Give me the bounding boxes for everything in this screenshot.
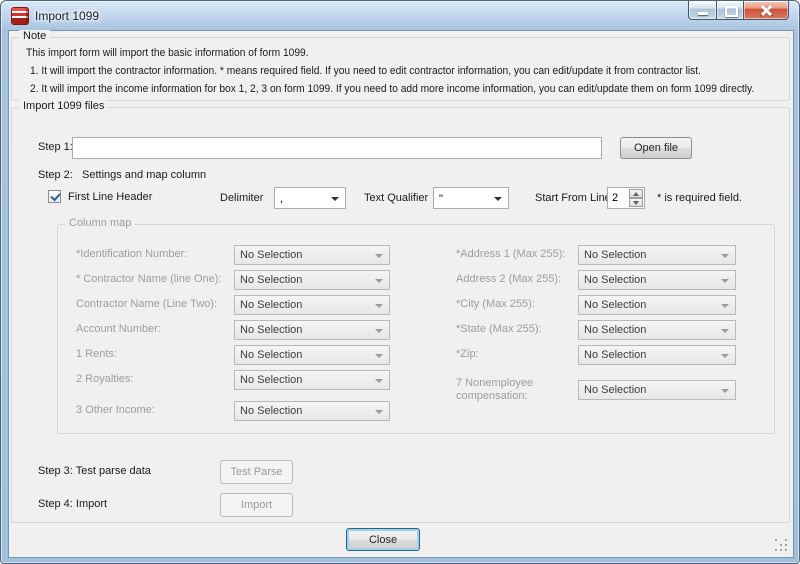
close-window-button[interactable] <box>744 1 789 20</box>
chevron-down-icon <box>375 354 383 358</box>
open-file-button[interactable]: Open file <box>620 137 692 159</box>
checkmark-icon <box>50 191 60 202</box>
window: Import 1099 Note This import form will i… <box>0 0 800 564</box>
chevron-down-icon <box>721 279 729 283</box>
text-qualifier-select[interactable]: " <box>433 187 509 209</box>
field-label-identification-number: *Identification Number: <box>76 248 187 260</box>
titlebar[interactable]: Import 1099 <box>1 1 799 31</box>
column-map-title: Column map <box>65 217 135 229</box>
text-qualifier-label: Text Qualifier <box>364 192 428 204</box>
minimize-icon <box>698 12 708 15</box>
field-label-royalties: 2 Royalties: <box>76 373 133 385</box>
field-label-address2: Address 2 (Max 255): <box>456 273 561 285</box>
note-groupbox-title: Note <box>19 30 50 42</box>
start-from-line-label: Start From Line <box>535 192 611 204</box>
test-parse-button: Test Parse <box>220 460 293 484</box>
chevron-down-icon <box>375 379 383 383</box>
first-line-header-label: First Line Header <box>68 191 152 203</box>
field-label-contractor-name-two: Contractor Name (Line Two): <box>76 298 217 310</box>
address1-select: No Selection <box>578 245 736 265</box>
field-label-address1: *Address 1 (Max 255): <box>456 248 565 260</box>
field-label-state: *State (Max 255): <box>456 323 542 335</box>
chevron-down-icon <box>721 389 729 393</box>
window-controls <box>688 1 789 20</box>
file-path-input[interactable] <box>72 137 602 159</box>
note-line-2: 1. It will import the contractor informa… <box>30 65 701 77</box>
first-line-header-checkbox[interactable] <box>48 190 61 203</box>
import-button: Import <box>220 493 293 517</box>
chevron-down-icon <box>375 279 383 283</box>
chevron-down-icon <box>721 254 729 258</box>
arrow-down-icon <box>633 201 639 205</box>
close-button[interactable]: Close <box>346 528 420 551</box>
note-groupbox: Note This import form will import the ba… <box>11 37 790 101</box>
field-label-nonemployee-compensation: 7 Nonemployee compensation: <box>456 377 568 403</box>
step4-label: Step 4: Import <box>38 498 107 510</box>
identification-number-select: No Selection <box>234 245 390 265</box>
column-map-groupbox: Column map *Identification Number: No Se… <box>57 224 775 434</box>
note-line-1: This import form will import the basic i… <box>26 47 309 59</box>
field-label-account-number: Account Number: <box>76 323 161 335</box>
field-label-rents: 1 Rents: <box>76 348 117 360</box>
import-files-groupbox-title: Import 1099 files <box>19 100 108 112</box>
account-number-select: No Selection <box>234 320 390 340</box>
chevron-down-icon <box>375 329 383 333</box>
window-title: Import 1099 <box>35 9 99 23</box>
step3-label: Step 3: Test parse data <box>38 465 151 477</box>
field-label-zip: *Zip: <box>456 348 479 360</box>
city-select: No Selection <box>578 295 736 315</box>
resize-grip[interactable] <box>775 539 789 553</box>
close-icon <box>761 5 772 16</box>
spin-up-button[interactable] <box>629 189 643 198</box>
client-area: Note This import form will import the ba… <box>9 31 793 557</box>
spin-down-button[interactable] <box>629 198 643 207</box>
field-label-other-income: 3 Other Income: <box>76 404 155 416</box>
required-field-note: * is required field. <box>657 192 742 204</box>
app-icon <box>12 8 28 24</box>
minimize-button[interactable] <box>688 1 717 20</box>
contractor-name-two-select: No Selection <box>234 295 390 315</box>
chevron-down-icon <box>375 410 383 414</box>
delimiter-label: Delimiter <box>220 192 263 204</box>
nonemployee-compensation-select: No Selection <box>578 380 736 400</box>
chevron-down-icon <box>331 197 339 201</box>
state-select: No Selection <box>578 320 736 340</box>
step2-sublabel: Settings and map column <box>82 169 206 181</box>
step2-label: Step 2: <box>38 169 73 181</box>
chevron-down-icon <box>494 197 502 201</box>
field-label-city: *City (Max 255): <box>456 298 535 310</box>
maximize-button[interactable] <box>717 1 744 20</box>
chevron-down-icon <box>721 329 729 333</box>
maximize-icon <box>725 6 738 17</box>
grip-dots-icon <box>775 539 777 541</box>
chevron-down-icon <box>375 254 383 258</box>
contractor-name-one-select: No Selection <box>234 270 390 290</box>
chevron-down-icon <box>721 354 729 358</box>
rents-select: No Selection <box>234 345 390 365</box>
step1-label: Step 1: <box>38 141 73 153</box>
other-income-select: No Selection <box>234 401 390 421</box>
start-from-line-stepper[interactable]: 2 <box>607 187 645 209</box>
field-label-contractor-name-one: * Contractor Name (line One): <box>76 273 222 285</box>
delimiter-select[interactable]: , <box>274 187 346 209</box>
import-files-groupbox: Import 1099 files Step 1: Open file Step… <box>11 107 790 523</box>
note-line-3: 2. It will import the income information… <box>30 83 754 95</box>
chevron-down-icon <box>375 304 383 308</box>
chevron-down-icon <box>721 304 729 308</box>
address2-select: No Selection <box>578 270 736 290</box>
royalties-select: No Selection <box>234 370 390 390</box>
arrow-up-icon <box>633 192 639 196</box>
zip-select: No Selection <box>578 345 736 365</box>
